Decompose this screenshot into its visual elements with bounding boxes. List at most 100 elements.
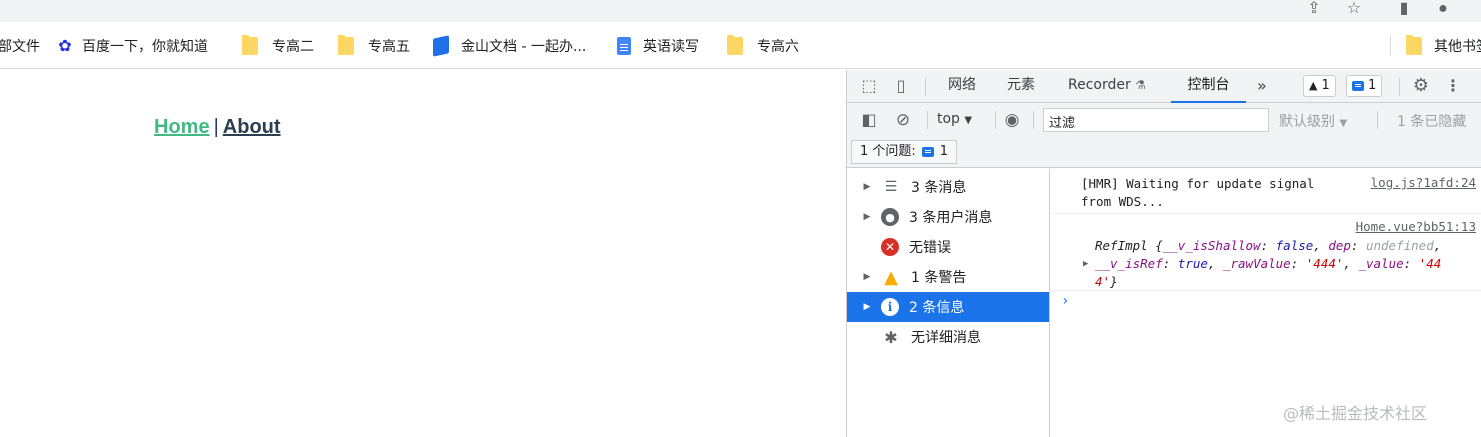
- log-text: from WDS...: [1081, 194, 1164, 209]
- issues-button[interactable]: 1 个问题: 1: [851, 140, 958, 164]
- object-preview-line[interactable]: __v_isRef: true, _rawValue: '444', _valu…: [1095, 255, 1441, 273]
- google-docs-icon: [617, 37, 631, 55]
- device-toolbar-icon[interactable]: ▯: [891, 76, 911, 96]
- more-options-icon[interactable]: ⋮: [1445, 76, 1461, 96]
- sidebar-item-label: 3 条用户消息: [909, 210, 993, 226]
- bookmark-label: 专高六: [757, 39, 799, 55]
- settings-gear-icon[interactable]: ⚙: [1410, 76, 1432, 96]
- watermark: @稀土掘金技术社区: [1283, 404, 1428, 423]
- sidebar-item-info[interactable]: ▶ i 2 条信息: [847, 292, 1049, 322]
- flask-icon: ⚗: [1135, 78, 1146, 92]
- object-preview-line: 4'}: [1095, 273, 1118, 291]
- expand-object-arrow-icon[interactable]: ▶: [1083, 255, 1088, 273]
- property-key: _value: [1358, 256, 1404, 271]
- divider: [1399, 78, 1400, 96]
- filter-input[interactable]: 过滤: [1043, 108, 1269, 132]
- context-label: top: [937, 111, 960, 127]
- property-value: '444': [1305, 256, 1344, 271]
- live-expression-eye-icon[interactable]: ◉: [1001, 110, 1023, 130]
- sidebar-item-label: 无错误: [909, 240, 951, 256]
- tab-network[interactable]: 网络: [948, 70, 976, 103]
- sidebar-item-label: 3 条消息: [911, 180, 967, 196]
- log-source-link[interactable]: Home.vue?bb51:13: [1356, 219, 1476, 234]
- expand-arrow-icon[interactable]: ▶: [857, 272, 877, 282]
- log-text: [HMR] Waiting for update signal: [1081, 176, 1315, 191]
- nav-home-link[interactable]: Home: [154, 116, 210, 138]
- divider: [1377, 111, 1378, 129]
- log-levels-dropdown[interactable]: 默认级别 ▼: [1279, 111, 1347, 131]
- app-nav: Home | About: [154, 116, 281, 139]
- messages-badge[interactable]: 1: [1346, 75, 1383, 97]
- sidebar-item-verbose[interactable]: ✱ 无详细消息: [847, 322, 1049, 352]
- bookmark-item[interactable]: 专高六: [727, 32, 799, 60]
- object-suffix: }: [1110, 274, 1118, 289]
- tab-recorder[interactable]: Recorder ⚗: [1068, 70, 1146, 103]
- more-tabs-button[interactable]: »: [1257, 70, 1267, 103]
- hidden-messages-count: 1 条已隐藏: [1397, 114, 1467, 130]
- levels-label: 默认级别: [1279, 114, 1335, 130]
- bookmark-item[interactable]: 金山文档 - 一起办...: [433, 32, 586, 60]
- folder-icon: [338, 35, 354, 55]
- clear-console-icon[interactable]: ⊘: [893, 110, 913, 130]
- bookmark-label: 其他书签: [1434, 39, 1481, 55]
- dropdown-caret-icon: ▼: [1339, 118, 1348, 129]
- bookmark-label: 专高二: [272, 39, 314, 55]
- context-selector[interactable]: top ▼: [937, 111, 972, 127]
- divider: [1033, 111, 1034, 129]
- nav-separator: |: [213, 116, 219, 138]
- inspect-element-icon[interactable]: ⬚: [859, 76, 879, 96]
- bookmark-star-icon[interactable]: ☆: [1342, 0, 1366, 20]
- console-log-entry: Home.vue?bb51:13 RefImpl {__v_isShallow:…: [1051, 214, 1481, 291]
- sidebar-item-label: 2 条信息: [909, 300, 965, 316]
- profile-avatar-icon[interactable]: ●: [1430, 0, 1456, 20]
- bookmark-item-other[interactable]: 其他书签: [1406, 32, 1481, 60]
- sidebar-toggle-icon[interactable]: ◧: [859, 110, 879, 130]
- warning-triangle-icon: ▲: [1309, 79, 1318, 92]
- share-icon[interactable]: ⇪: [1302, 0, 1326, 20]
- bookmark-item[interactable]: 英语读写: [617, 32, 699, 60]
- console-log-entry: [HMR] Waiting for update signal from WDS…: [1051, 169, 1481, 214]
- issues-label: 1 个问题:: [860, 144, 916, 159]
- issues-count: 1: [939, 144, 949, 159]
- bug-icon: ✱: [884, 327, 898, 347]
- sidebar-item-messages[interactable]: ▶ ☰ 3 条消息: [847, 172, 1049, 202]
- expand-arrow-icon[interactable]: ▶: [857, 212, 877, 222]
- sidebar-item-user-messages[interactable]: ▶ ● 3 条用户消息: [847, 202, 1049, 232]
- bookmark-label: 金山文档 - 一起办...: [461, 39, 587, 55]
- property-value: false: [1275, 238, 1314, 253]
- side-panel-icon[interactable]: ▮: [1392, 0, 1416, 20]
- info-icon: i: [881, 298, 899, 316]
- bookmarks-bar: 部文件 ✿ 百度一下，你就知道 专高二 专高五 金山文档 - 一起办... 英语…: [0, 22, 1481, 69]
- property-value: true: [1177, 256, 1208, 271]
- nav-about-link[interactable]: About: [223, 116, 281, 138]
- warnings-badge[interactable]: ▲ 1: [1303, 75, 1336, 97]
- bookmark-item[interactable]: 专高五: [338, 32, 410, 60]
- sidebar-item-label: 1 条警告: [911, 270, 967, 286]
- warning-icon: ▲: [884, 266, 898, 288]
- bookmark-label: 专高五: [368, 39, 410, 55]
- property-value: 4': [1095, 274, 1111, 289]
- tab-console[interactable]: 控制台: [1171, 70, 1246, 103]
- user-icon: ●: [881, 208, 899, 226]
- bookmark-item[interactable]: ✿ 百度一下，你就知道: [56, 32, 208, 60]
- divider: [995, 111, 996, 129]
- message-icon: [1352, 81, 1364, 91]
- sidebar-item-errors[interactable]: ✕ 无错误: [847, 232, 1049, 262]
- property-key: __v_isRef: [1095, 256, 1163, 271]
- tab-recorder-label: Recorder: [1068, 77, 1131, 93]
- sidebar-item-warnings[interactable]: ▶ ▲ 1 条警告: [847, 262, 1049, 292]
- bookmark-label: 百度一下，你就知道: [82, 39, 208, 55]
- log-source-link[interactable]: log.js?1afd:24: [1371, 175, 1476, 190]
- console-sidebar: ▶ ☰ 3 条消息 ▶ ● 3 条用户消息 ✕ 无错误 ▶ ▲ 1 条警告 ▶ …: [847, 169, 1050, 437]
- message-icon: [921, 147, 934, 157]
- console-prompt-icon[interactable]: ›: [1061, 293, 1069, 309]
- tab-elements[interactable]: 元素: [1007, 70, 1035, 103]
- property-key: _rawValue: [1222, 256, 1291, 271]
- list-icon: ☰: [884, 179, 898, 195]
- bookmark-item[interactable]: 部文件: [0, 32, 40, 60]
- messages-count: 1: [1368, 78, 1377, 93]
- expand-arrow-icon[interactable]: ▶: [857, 182, 877, 192]
- expand-arrow-icon[interactable]: ▶: [857, 302, 877, 312]
- bookmark-item[interactable]: 专高二: [242, 32, 314, 60]
- sidebar-item-label: 无详细消息: [911, 330, 981, 346]
